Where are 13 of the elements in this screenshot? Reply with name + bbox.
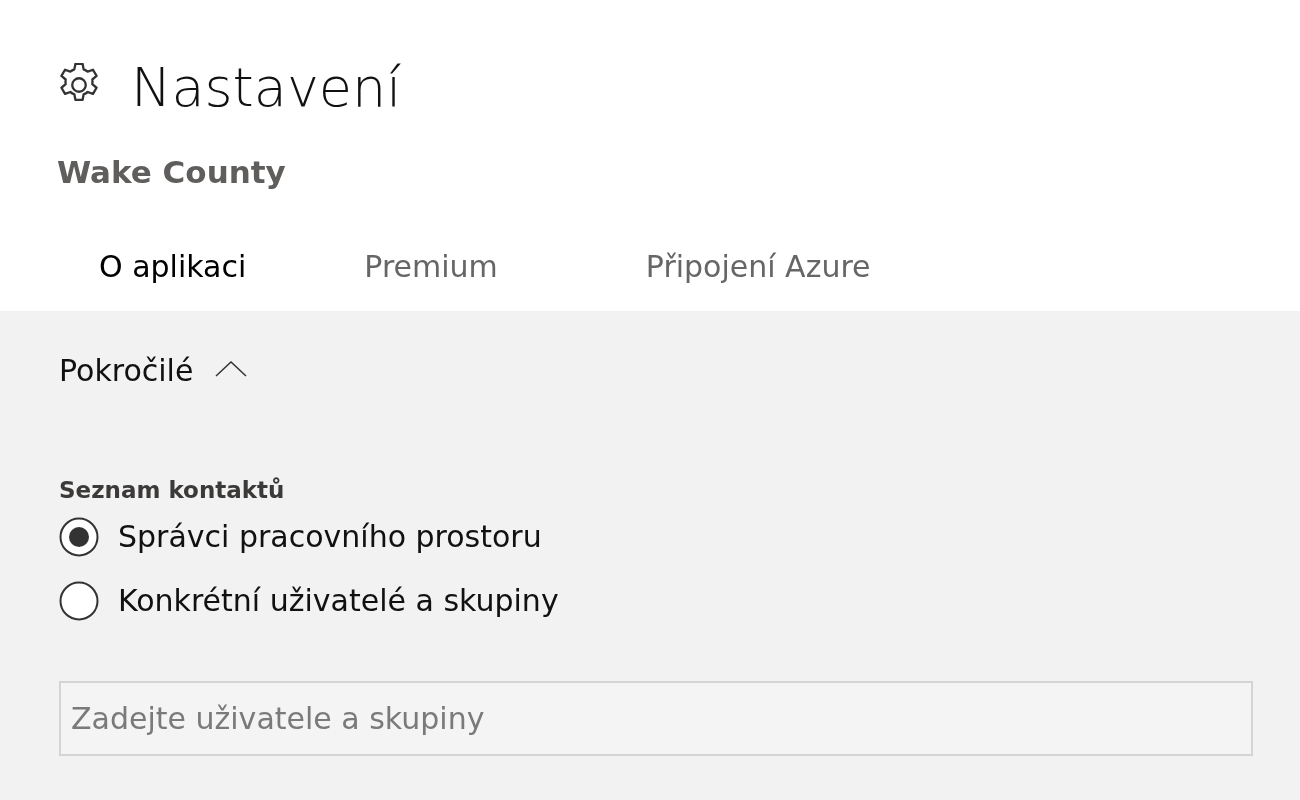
- radio-button[interactable]: [59, 581, 99, 621]
- tab[interactable]: O aplikaci: [40, 247, 306, 287]
- radio-button[interactable]: [59, 517, 99, 557]
- field-label: Seznam kontaktů: [59, 476, 285, 505]
- page-title: Nastavení: [131, 55, 402, 121]
- section-toggle[interactable]: Pokročilé: [59, 349, 194, 393]
- radio-label[interactable]: Správci pracovního prostoru: [118, 517, 542, 557]
- radio-label[interactable]: Konkrétní uživatelé a skupiny: [118, 581, 559, 621]
- input-field[interactable]: Zadejte uživatele a skupiny: [59, 681, 1253, 756]
- tab[interactable]: Připojení Azure: [586, 247, 930, 287]
- tab[interactable]: Premium: [305, 247, 557, 287]
- workspace-name: Wake County: [57, 153, 286, 192]
- chevron-icon[interactable]: [215, 361, 248, 377]
